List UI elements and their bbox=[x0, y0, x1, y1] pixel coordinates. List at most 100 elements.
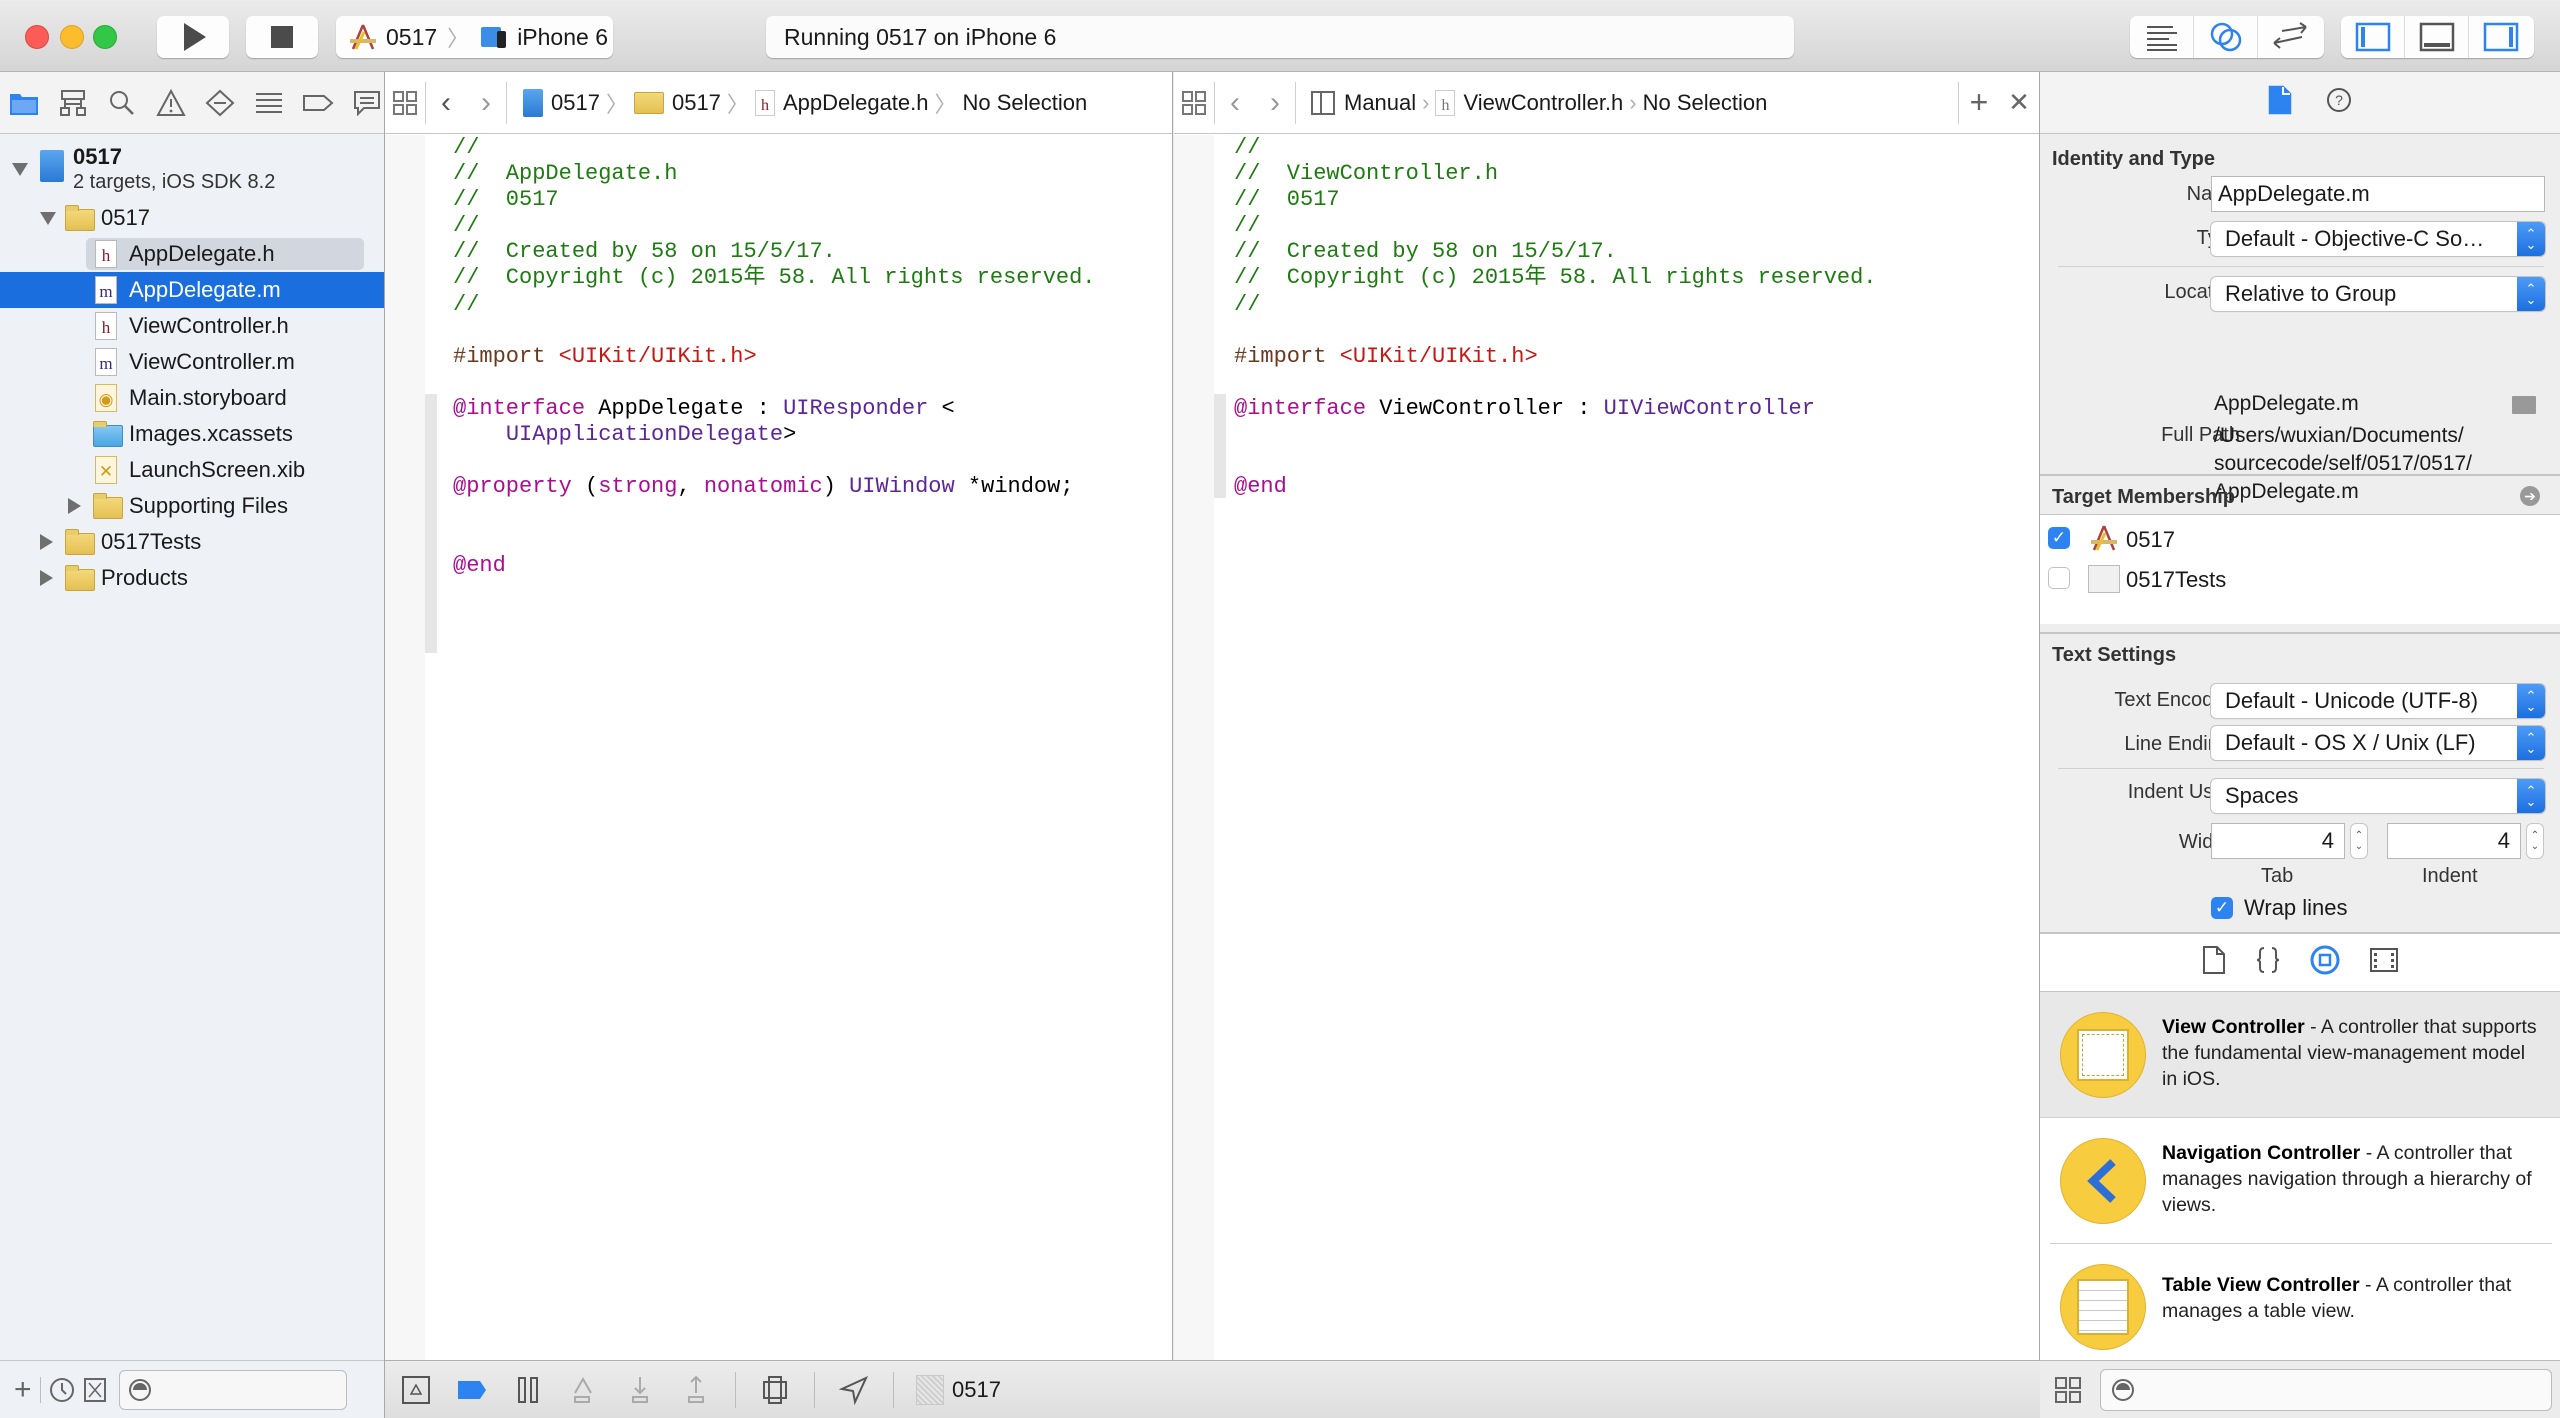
code-keyword: strong bbox=[598, 474, 678, 500]
indent-width-stepper[interactable]: ⌃ ⌄ bbox=[2526, 823, 2544, 859]
hide-debug-area-button[interactable] bbox=[399, 1373, 433, 1407]
line-endings-popup[interactable]: Default - OS X / Unix (LF) ⌃ ⌄ bbox=[2211, 726, 2545, 760]
simulate-location-button[interactable] bbox=[837, 1373, 871, 1407]
forward-button[interactable]: › bbox=[1255, 72, 1295, 134]
tree-item-supporting-files[interactable]: Supporting Files bbox=[0, 488, 384, 524]
tree-item-0517tests[interactable]: 0517Tests bbox=[0, 524, 384, 560]
step-over-button[interactable] bbox=[567, 1373, 601, 1407]
implementation-file-icon: m bbox=[95, 348, 117, 376]
forward-button[interactable]: › bbox=[466, 72, 506, 134]
jumpbar-group[interactable]: 0517 bbox=[630, 90, 725, 116]
library-item-navigation-controller[interactable]: Navigation Controller - A controller tha… bbox=[2050, 1118, 2552, 1244]
indent-using-popup[interactable]: Spaces ⌃ ⌄ bbox=[2211, 779, 2545, 813]
scheme-selector[interactable]: 0517 〉 iPhone 6 bbox=[336, 16, 613, 58]
code-text[interactable]: // // ViewController.h // 0517 // // Cre… bbox=[1234, 135, 2029, 500]
breakpoints-toggle-button[interactable] bbox=[455, 1373, 489, 1407]
text-encoding-popup[interactable]: Default - Unicode (UTF-8) ⌃ ⌄ bbox=[2211, 684, 2545, 718]
tab-issue-navigator[interactable] bbox=[155, 87, 187, 119]
jumpbar-file[interactable]: h AppDelegate.h bbox=[751, 89, 933, 116]
pause-button[interactable] bbox=[511, 1373, 545, 1407]
tree-item-appdelegate-m[interactable]: m AppDelegate.m bbox=[0, 272, 384, 308]
project-row[interactable]: 0517 2 targets, iOS SDK 8.2 bbox=[0, 138, 384, 200]
library-item-view-controller[interactable]: View Controller - A controller that supp… bbox=[2040, 992, 2560, 1118]
tab-debug-navigator[interactable] bbox=[253, 87, 285, 119]
disclosure-open-icon[interactable] bbox=[12, 163, 28, 176]
library-item-table-view-controller[interactable]: Table View Controller - A controller tha… bbox=[2040, 1244, 2560, 1370]
jumpbar-assistant-mode[interactable]: Manual bbox=[1306, 90, 1420, 116]
recent-files-clock-icon[interactable] bbox=[49, 1377, 75, 1403]
location-popup[interactable]: Relative to Group ⌃ ⌄ bbox=[2211, 277, 2545, 311]
name-field[interactable]: AppDelegate.m bbox=[2211, 176, 2545, 212]
tab-object-library[interactable] bbox=[2309, 944, 2341, 982]
tree-item-viewcontroller-h[interactable]: h ViewController.h bbox=[0, 308, 384, 344]
wrap-lines-checkbox[interactable]: ✓ bbox=[2211, 897, 2233, 919]
navigator-filter-input[interactable] bbox=[118, 1369, 347, 1410]
tab-quick-help[interactable]: ? bbox=[2325, 86, 2353, 120]
back-button[interactable]: ‹ bbox=[1215, 72, 1255, 134]
debug-process-selector[interactable]: 0517 bbox=[916, 1374, 1001, 1405]
add-assistant-editor-button[interactable]: + bbox=[1959, 72, 1999, 134]
indent-width-field[interactable]: 4 bbox=[2387, 823, 2521, 859]
jumpbar-selection[interactable]: No Selection bbox=[1639, 90, 1772, 116]
toggle-debug-area-button[interactable] bbox=[2405, 16, 2469, 58]
tab-test-navigator[interactable] bbox=[204, 87, 236, 119]
assistant-editor-button[interactable] bbox=[2194, 16, 2258, 58]
tree-item-products[interactable]: Products bbox=[0, 560, 384, 596]
tab-width-stepper[interactable]: ⌃ ⌄ bbox=[2350, 823, 2368, 859]
target-row[interactable]: 0517Tests bbox=[2048, 563, 2548, 595]
tab-file-template-library[interactable] bbox=[2201, 945, 2227, 981]
tab-code-snippet-library[interactable] bbox=[2255, 945, 2281, 981]
disclosure-closed-icon[interactable] bbox=[40, 570, 53, 586]
popup-arrows-icon: ⌃ ⌄ bbox=[2517, 277, 2545, 311]
choose-folder-icon[interactable] bbox=[2512, 396, 2536, 414]
toggle-utilities-button[interactable] bbox=[2469, 16, 2533, 58]
wrap-lines-row[interactable]: ✓ Wrap lines bbox=[2040, 889, 2560, 925]
minimize-window-button[interactable] bbox=[60, 25, 84, 49]
disclosure-closed-icon[interactable] bbox=[68, 498, 81, 514]
add-file-button[interactable]: + bbox=[14, 1373, 32, 1407]
version-editor-button[interactable] bbox=[2258, 16, 2322, 58]
tab-report-navigator[interactable] bbox=[351, 87, 383, 119]
related-items-button[interactable] bbox=[1174, 72, 1214, 134]
tab-file-inspector[interactable] bbox=[2267, 85, 2293, 121]
tree-item-appdelegate-h[interactable]: h AppDelegate.h bbox=[0, 236, 384, 272]
source-control-filter-icon[interactable] bbox=[83, 1377, 107, 1403]
tree-item-viewcontroller-m[interactable]: m ViewController.m bbox=[0, 344, 384, 380]
target-row[interactable]: ✓ 0517 bbox=[2048, 523, 2548, 555]
tab-breakpoint-navigator[interactable] bbox=[302, 87, 334, 119]
run-button[interactable] bbox=[157, 16, 229, 58]
jumpbar-file[interactable]: h ViewController.h bbox=[1431, 89, 1627, 116]
stop-button[interactable] bbox=[246, 16, 318, 58]
related-items-button[interactable] bbox=[385, 72, 425, 134]
step-out-button[interactable] bbox=[679, 1373, 713, 1407]
tree-item-images-xcassets[interactable]: Images.xcassets bbox=[0, 416, 384, 452]
tab-find-navigator[interactable] bbox=[106, 87, 138, 119]
tree-item-group-0517[interactable]: 0517 bbox=[0, 200, 384, 236]
disclosure-closed-icon[interactable] bbox=[40, 534, 53, 550]
tab-symbol-navigator[interactable] bbox=[57, 87, 89, 119]
tree-item-launchscreen-xib[interactable]: ✕ LaunchScreen.xib bbox=[0, 452, 384, 488]
code-text[interactable]: // // AppDelegate.h // 0517 // // Create… bbox=[453, 135, 1162, 579]
close-assistant-editor-button[interactable]: ✕ bbox=[1999, 72, 2039, 134]
back-button[interactable]: ‹ bbox=[426, 72, 466, 134]
close-window-button[interactable] bbox=[25, 25, 49, 49]
project-navigator-pane: 0517 2 targets, iOS SDK 8.2 0517 h AppDe… bbox=[0, 72, 385, 1418]
activity-status: Running 0517 on iPhone 6 bbox=[766, 16, 1794, 58]
target-checkbox-checked[interactable]: ✓ bbox=[2048, 527, 2070, 549]
tree-item-main-storyboard[interactable]: ◉ Main.storyboard bbox=[0, 380, 384, 416]
step-into-button[interactable] bbox=[623, 1373, 657, 1407]
zoom-window-button[interactable] bbox=[93, 25, 117, 49]
type-popup[interactable]: Default - Objective-C So… ⌃ ⌄ bbox=[2211, 222, 2545, 256]
toggle-navigator-button[interactable] bbox=[2341, 16, 2405, 58]
disclosure-open-icon[interactable] bbox=[40, 212, 56, 225]
jumpbar-selection[interactable]: No Selection bbox=[959, 90, 1092, 116]
target-checkbox-unchecked[interactable] bbox=[2048, 567, 2070, 589]
standard-editor-button[interactable] bbox=[2130, 16, 2194, 58]
grid-view-icon[interactable] bbox=[2054, 1376, 2082, 1404]
jumpbar-project[interactable]: 0517 bbox=[519, 88, 604, 117]
tab-width-field[interactable]: 4 bbox=[2211, 823, 2345, 859]
debug-view-hierarchy-button[interactable] bbox=[758, 1373, 792, 1407]
tab-media-library[interactable] bbox=[2369, 946, 2399, 980]
library-filter-input[interactable] bbox=[2100, 1368, 2552, 1411]
tab-project-navigator[interactable] bbox=[8, 87, 40, 119]
